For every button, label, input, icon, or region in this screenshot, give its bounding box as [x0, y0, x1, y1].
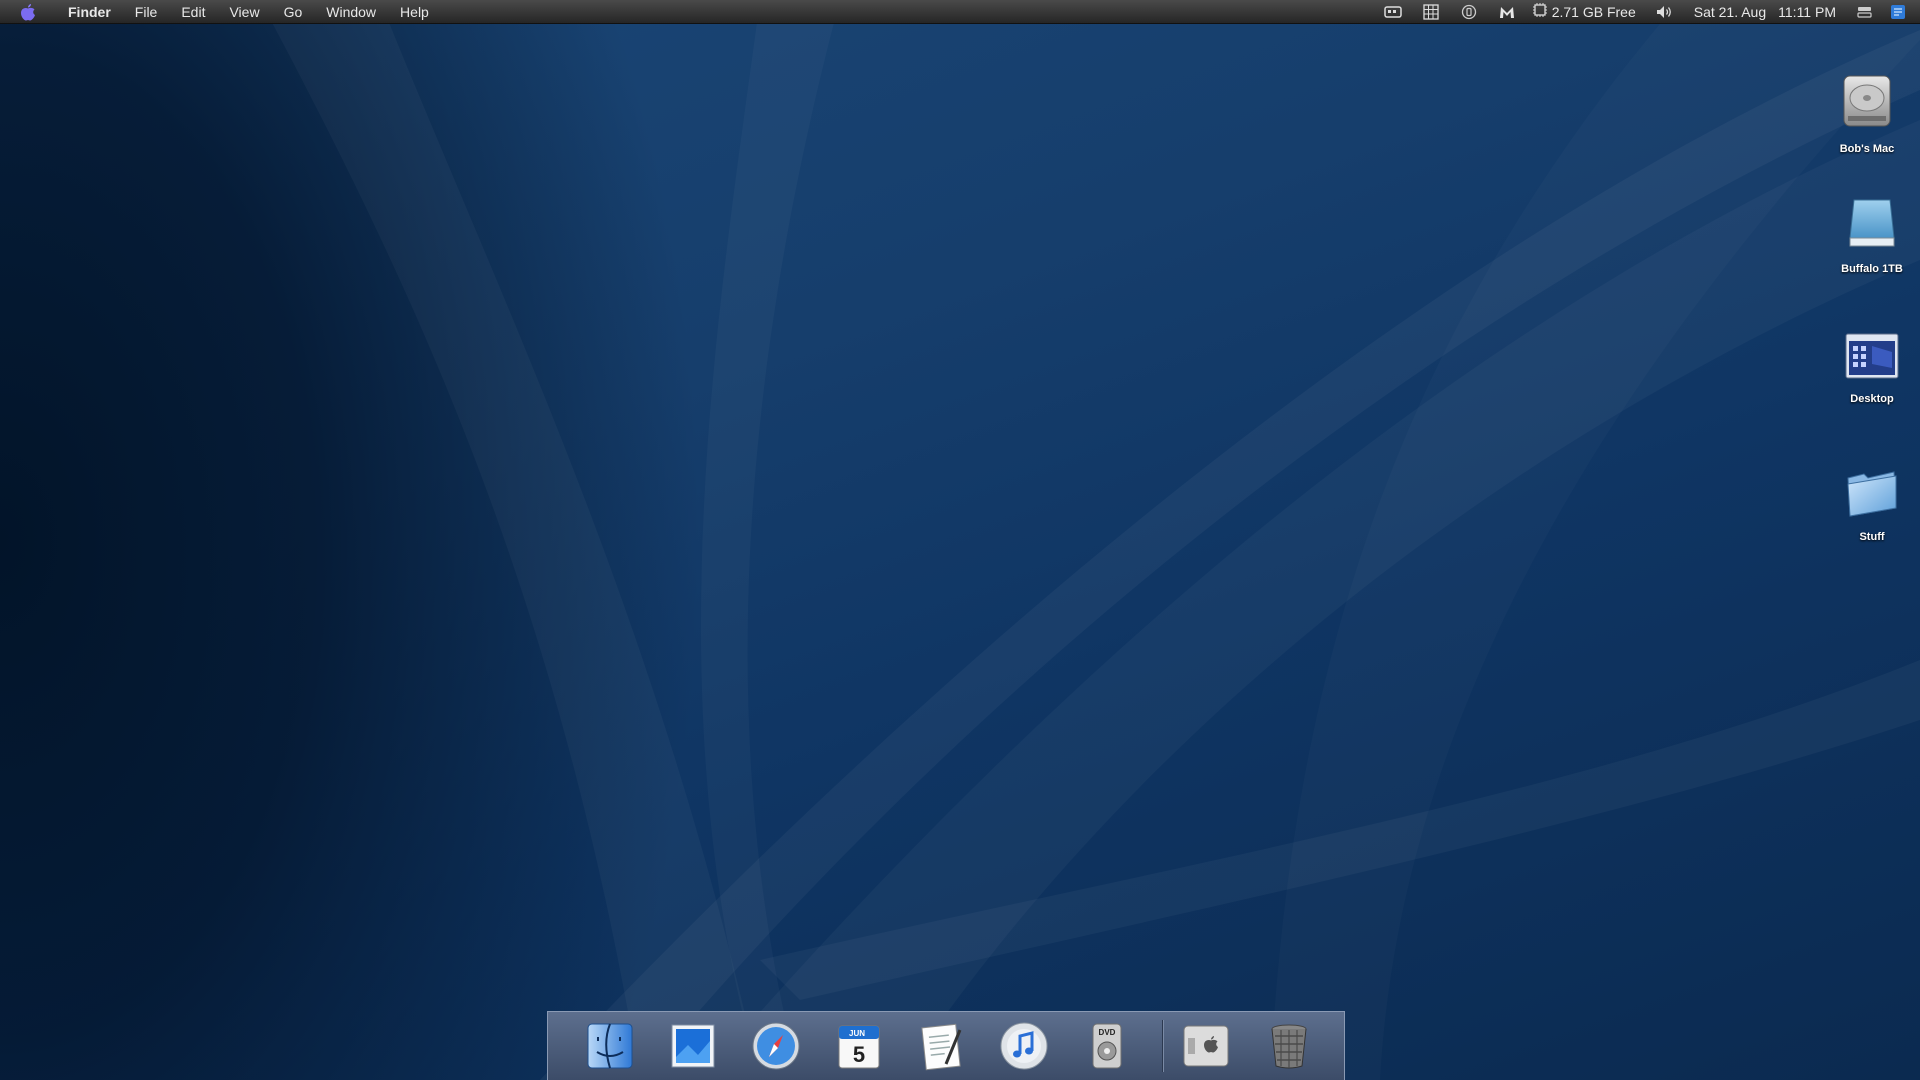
finder-icon[interactable] [583, 1018, 638, 1074]
desktop-icon-desktop[interactable]: Desktop [1817, 332, 1920, 405]
chip-icon [1532, 2, 1548, 21]
itunes-icon[interactable] [997, 1018, 1052, 1074]
safari-icon[interactable] [749, 1018, 804, 1074]
textedit-icon[interactable] [914, 1018, 969, 1074]
dvd-player-icon[interactable]: DVD [1080, 1018, 1135, 1074]
menu-extras: 2.71 GB Free Sat 21. Aug 11:11 PM [1374, 0, 1920, 24]
disk-status[interactable]: 2.71 GB Free [1526, 0, 1646, 24]
menu-bar: Finder File Edit View Go Window Help 2.7… [0, 0, 1920, 24]
ical-day: 5 [853, 1042, 865, 1067]
desktop-icon-buffalo-1tb[interactable]: Buffalo 1TB [1817, 196, 1920, 275]
menubar-time[interactable]: 11:11 PM [1776, 0, 1846, 24]
menu-edit[interactable]: Edit [169, 0, 217, 24]
grid-icon[interactable] [1412, 0, 1450, 24]
system-preferences-icon[interactable] [1178, 1018, 1233, 1074]
ical-icon[interactable]: JUN 5 [831, 1018, 886, 1074]
dock-separator [1162, 1020, 1165, 1072]
menubar-date[interactable]: Sat 21. Aug [1684, 0, 1776, 24]
desktop-icon-label: Bob's Mac [1839, 143, 1895, 155]
preview-icon[interactable] [666, 1018, 721, 1074]
menu-go[interactable]: Go [272, 0, 315, 24]
apple-menu-icon[interactable] [0, 0, 56, 24]
volume-icon[interactable] [1646, 0, 1684, 24]
desktop-icon-stuff[interactable]: Stuff [1817, 464, 1920, 543]
menu-help[interactable]: Help [388, 0, 441, 24]
menu-app-finder[interactable]: Finder [56, 0, 123, 24]
desktop-folder-icon [1844, 332, 1900, 387]
desktop-icon-label: Buffalo 1TB [1841, 263, 1903, 275]
menu-window[interactable]: Window [314, 0, 388, 24]
desktop-icon-label: Stuff [1859, 531, 1885, 543]
dvd-label: DVD [1099, 1028, 1116, 1037]
desktop-wallpaper [0, 0, 1920, 1080]
desktop-icon-label: Desktop [1850, 393, 1894, 405]
timemachine-icon[interactable] [1450, 0, 1488, 24]
ical-month: JUN [849, 1029, 865, 1038]
desktop-icon-bobs-mac[interactable]: Bob's Mac [1812, 70, 1920, 155]
spotlight-icon[interactable] [1884, 0, 1912, 24]
user-switch-icon[interactable] [1846, 0, 1884, 24]
hard-drive-icon [1838, 70, 1896, 137]
keyboard-icon[interactable] [1374, 0, 1412, 24]
dock: JUN 5 DVD [547, 1011, 1345, 1080]
menu-view[interactable]: View [217, 0, 271, 24]
menu-file[interactable]: File [123, 0, 170, 24]
trash-icon[interactable] [1261, 1018, 1316, 1074]
malwarebytes-icon[interactable] [1488, 0, 1526, 24]
disk-free-text: 2.71 GB Free [1551, 3, 1636, 20]
folder-icon [1844, 464, 1900, 525]
external-drive-icon [1846, 196, 1898, 257]
